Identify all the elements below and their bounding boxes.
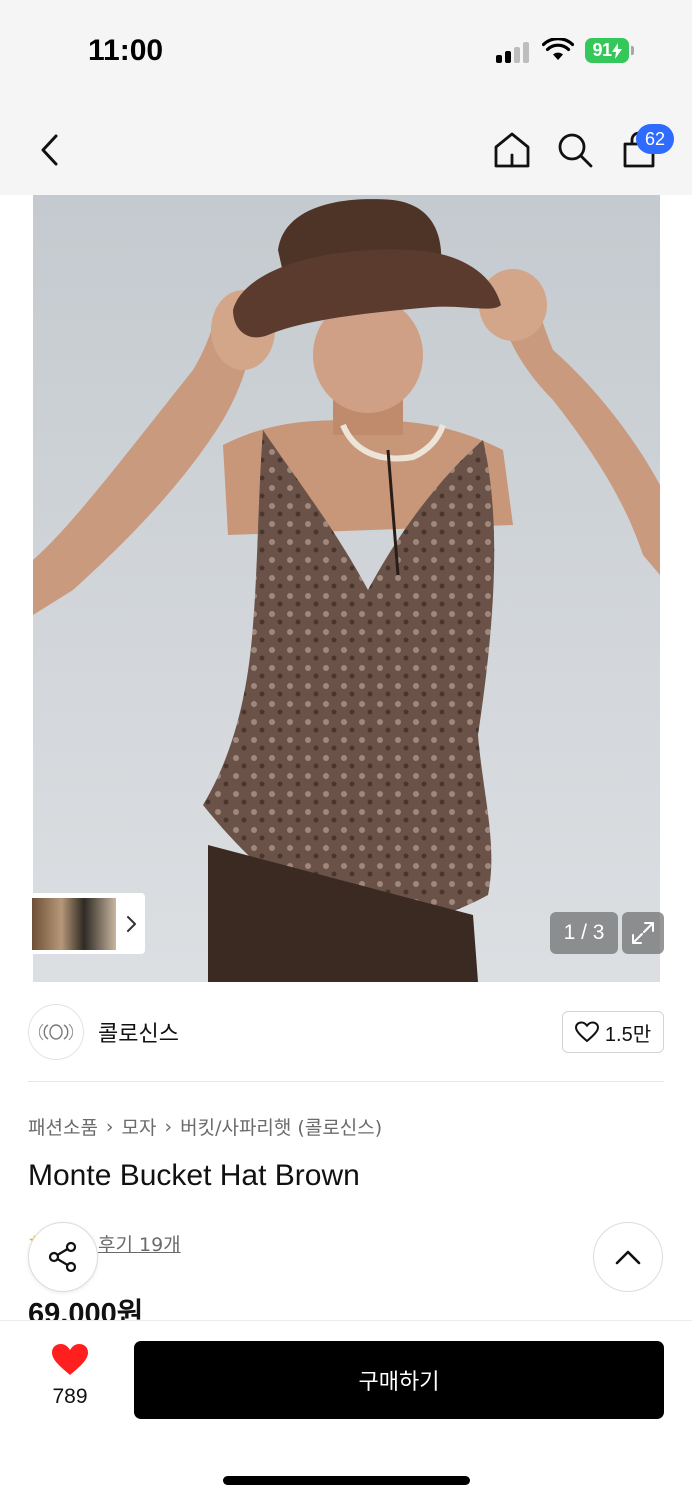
share-icon — [48, 1241, 77, 1273]
cart-badge: 62 — [636, 124, 674, 154]
cellular-signal-icon — [496, 41, 532, 63]
chevron-right-icon — [127, 915, 136, 932]
product-photo — [33, 199, 660, 982]
battery-indicator: 91 — [585, 38, 629, 63]
brand-logo[interactable] — [28, 1004, 84, 1060]
back-button[interactable] — [28, 128, 72, 172]
breadcrumb-separator-icon: › — [164, 1115, 173, 1138]
battery-level: 91 — [592, 40, 612, 60]
heart-outline-icon — [574, 1021, 599, 1042]
brand-like-count: 1.5만 — [604, 1023, 652, 1046]
battery-cap — [631, 46, 634, 55]
breadcrumb-item[interactable]: 버킷/사파리햇 (콜로신스) — [180, 1113, 382, 1140]
divider — [28, 1081, 664, 1082]
share-button[interactable] — [28, 1222, 98, 1292]
like-button[interactable] — [50, 1342, 90, 1378]
chevron-up-icon — [615, 1250, 641, 1265]
thumbnail-image — [32, 897, 116, 950]
home-indicator — [223, 1476, 470, 1485]
review-link[interactable]: 후기 19개 — [98, 1230, 181, 1257]
scroll-to-top-button[interactable] — [593, 1222, 663, 1292]
expand-image-button[interactable] — [622, 912, 664, 954]
wifi-icon — [542, 38, 574, 60]
buy-button[interactable]: 구매하기 — [134, 1341, 664, 1419]
brand-like-button[interactable]: 1.5만 — [562, 1011, 664, 1053]
thumbnail-strip[interactable] — [28, 893, 145, 954]
expand-icon — [632, 922, 654, 944]
breadcrumb-separator-icon: › — [105, 1115, 114, 1138]
charging-bolt-icon — [611, 42, 622, 59]
product-price: 69,000원 — [28, 1298, 144, 1320]
product-image[interactable] — [33, 195, 660, 982]
brand-name[interactable]: 콜로신스 — [98, 1016, 179, 1048]
search-icon — [558, 133, 593, 168]
home-icon — [494, 132, 530, 168]
search-button[interactable] — [553, 128, 597, 172]
breadcrumb-item[interactable]: 패션소품 — [28, 1113, 98, 1140]
back-icon — [41, 134, 58, 166]
product-title: Monte Bucket Hat Brown — [28, 1159, 360, 1192]
brand-logo-icon — [39, 1023, 73, 1041]
home-button[interactable] — [490, 128, 534, 172]
like-count: 789 — [52, 1385, 88, 1408]
breadcrumb-item[interactable]: 모자 — [122, 1113, 157, 1140]
status-time: 11:00 — [88, 34, 164, 67]
heart-filled-icon — [52, 1344, 88, 1375]
breadcrumb: 패션소품 › 모자 › 버킷/사파리햇 (콜로신스) — [28, 1113, 382, 1140]
image-page-counter: 1 / 3 — [550, 912, 618, 954]
